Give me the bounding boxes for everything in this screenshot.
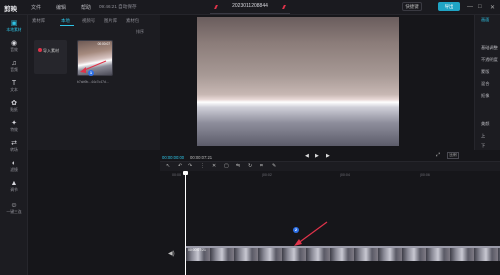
ruler-tick: |00:02: [262, 173, 272, 177]
transition-icon: ⇄: [11, 140, 17, 147]
close-icon[interactable]: ✕: [490, 4, 495, 11]
ruler-tick: |00:06: [420, 173, 430, 177]
properties-panel: 画面 基础调整 不透明度 蒙版 混合 抠像 美颜 上 下: [474, 15, 500, 150]
delete-icon[interactable]: ✕: [212, 163, 216, 169]
next-frame-icon[interactable]: ▶: [326, 153, 330, 159]
active-tab-indicator: [60, 25, 74, 26]
project-title[interactable]: 2023011208844: [225, 3, 275, 9]
prop-basic[interactable]: 基础调整: [481, 45, 498, 51]
thumbnail-filename: b7ab9b...44c7c47d...: [77, 80, 109, 84]
rail-item-sound-effects[interactable]: ◉ 音效: [0, 39, 28, 57]
split-icon[interactable]: ⋮: [200, 163, 205, 169]
prev-frame-icon[interactable]: ◀: [305, 153, 309, 159]
video-clip[interactable]: [186, 246, 500, 261]
sort-button[interactable]: 排序: [136, 29, 144, 35]
rail-item-effects[interactable]: ✦ 特效: [0, 119, 28, 137]
thumbnail-duration: 00:00:07: [97, 42, 110, 46]
media-icon: ▣: [10, 20, 18, 27]
rail-item-label: 本地素材: [6, 28, 22, 32]
prop-down[interactable]: 下: [481, 143, 485, 149]
thumbs-up-icon: ☺: [10, 202, 18, 209]
mirror-icon[interactable]: ⇋: [236, 163, 240, 169]
rail-item-stickers[interactable]: ✿ 贴纸: [0, 99, 28, 117]
autosave-status: 09:46:21 自动保存: [99, 4, 137, 9]
rail-item-local-media[interactable]: ▣ 本地素材: [0, 19, 28, 37]
ruler-tick: |00:04: [340, 173, 350, 177]
rail-item-label: 一键三连: [6, 210, 22, 214]
title-marker-right: [282, 5, 286, 9]
title-marker-left: [214, 5, 218, 9]
rail-item-transitions[interactable]: ⇄ 转场: [0, 139, 28, 157]
rail-item-label: 音频: [10, 68, 18, 72]
play-icon[interactable]: ▶: [315, 153, 319, 159]
pen-icon[interactable]: ✎: [272, 163, 276, 169]
prop-mask[interactable]: 蒙版: [481, 69, 489, 75]
total-time: 00:00:07:21: [190, 155, 213, 160]
track-mute-icon[interactable]: ◀): [168, 250, 175, 257]
filter-icon: ◐: [11, 160, 17, 167]
freeze-icon[interactable]: ▢: [224, 163, 229, 169]
shortcut-button[interactable]: 快捷键: [402, 2, 422, 11]
prop-blend[interactable]: 混合: [481, 81, 489, 87]
media-thumbnail[interactable]: 00:00:07: [77, 40, 113, 76]
current-time: 00:00:00:00: [162, 155, 185, 160]
title-underline: [210, 13, 290, 14]
prop-up[interactable]: 上: [481, 133, 485, 139]
rail-item-text[interactable]: T 文本: [0, 79, 28, 97]
title-bar: 剪映 文件 编辑 帮助 09:46:21 自动保存 2023011208844 …: [0, 0, 500, 15]
menu-file[interactable]: 文件: [31, 4, 41, 11]
timeline-toolbar: ↖ ↶ ↷ ⋮ ✕ ▢ ⇋ ↻ ⌗ ✎: [160, 161, 500, 171]
prop-tab-picture[interactable]: 画面: [481, 17, 489, 23]
music-icon: ♫: [11, 60, 17, 67]
crop-icon[interactable]: ⌗: [260, 163, 263, 169]
adjust-icon: ▲: [10, 180, 18, 187]
rotate-icon[interactable]: ↻: [248, 163, 252, 169]
ratio-button[interactable]: 比例: [447, 152, 459, 159]
rail-item-label: 调节: [10, 188, 18, 192]
rail-item-filters[interactable]: ◐ 滤镜: [0, 159, 28, 177]
fullscreen-icon[interactable]: ⤢: [436, 152, 440, 158]
import-label: 导入素材: [43, 48, 59, 53]
player-panel: [160, 15, 436, 150]
left-rail: ▣ 本地素材 ◉ 音效 ♫ 音频 T 文本 ✿ 贴纸 ✦ 特效 ⇄ 转场 ◐ 滤…: [0, 15, 28, 275]
import-media-button[interactable]: 导入素材: [34, 40, 67, 74]
undo-icon[interactable]: ↶: [178, 163, 182, 169]
rail-item-one-click[interactable]: ☺ 一键三连: [0, 201, 28, 219]
export-button[interactable]: 导出: [438, 2, 460, 11]
rail-item-label: 滤镜: [10, 168, 18, 172]
maximize-icon[interactable]: □: [478, 4, 482, 10]
tab-local[interactable]: 本地: [61, 18, 70, 24]
effects-icon: ✦: [11, 120, 17, 127]
import-icon: [38, 48, 42, 52]
video-preview: [197, 17, 399, 146]
menu-help[interactable]: 帮助: [81, 4, 91, 11]
tab-images[interactable]: 图片库: [104, 18, 117, 24]
tab-library[interactable]: 素材库: [32, 18, 45, 24]
tab-channel[interactable]: 视频号: [82, 18, 95, 24]
sticker-icon: ✿: [11, 100, 17, 107]
select-tool-icon[interactable]: ↖: [166, 163, 170, 169]
text-icon: T: [11, 80, 17, 87]
rail-item-audio[interactable]: ♫ 音频: [0, 59, 28, 77]
ruler-tick: 00:00: [172, 173, 181, 177]
prop-opacity[interactable]: 不透明度: [481, 57, 498, 63]
tab-packs[interactable]: 素材包: [126, 18, 139, 24]
prop-chroma[interactable]: 抠像: [481, 93, 489, 99]
redo-icon[interactable]: ↷: [188, 163, 192, 169]
playhead-handle[interactable]: [183, 171, 188, 175]
prop-beauty[interactable]: 美颜: [481, 121, 489, 127]
rail-item-adjust[interactable]: ▲ 调节: [0, 179, 28, 197]
sound-effect-icon: ◉: [10, 40, 18, 47]
rail-item-label: 转场: [10, 148, 18, 152]
clip-duration: 00:00:07:21: [188, 248, 206, 252]
rail-item-label: 文本: [10, 88, 18, 92]
rail-item-label: 音效: [10, 48, 18, 52]
minimize-icon[interactable]: —: [467, 4, 473, 10]
step-badge-2: 2: [293, 227, 299, 233]
step-badge-1: 1: [88, 70, 94, 76]
rail-item-label: 贴纸: [10, 108, 18, 112]
rail-item-label: 特效: [10, 128, 18, 132]
app-logo: 剪映: [4, 6, 17, 13]
menu-edit[interactable]: 编辑: [56, 4, 66, 11]
